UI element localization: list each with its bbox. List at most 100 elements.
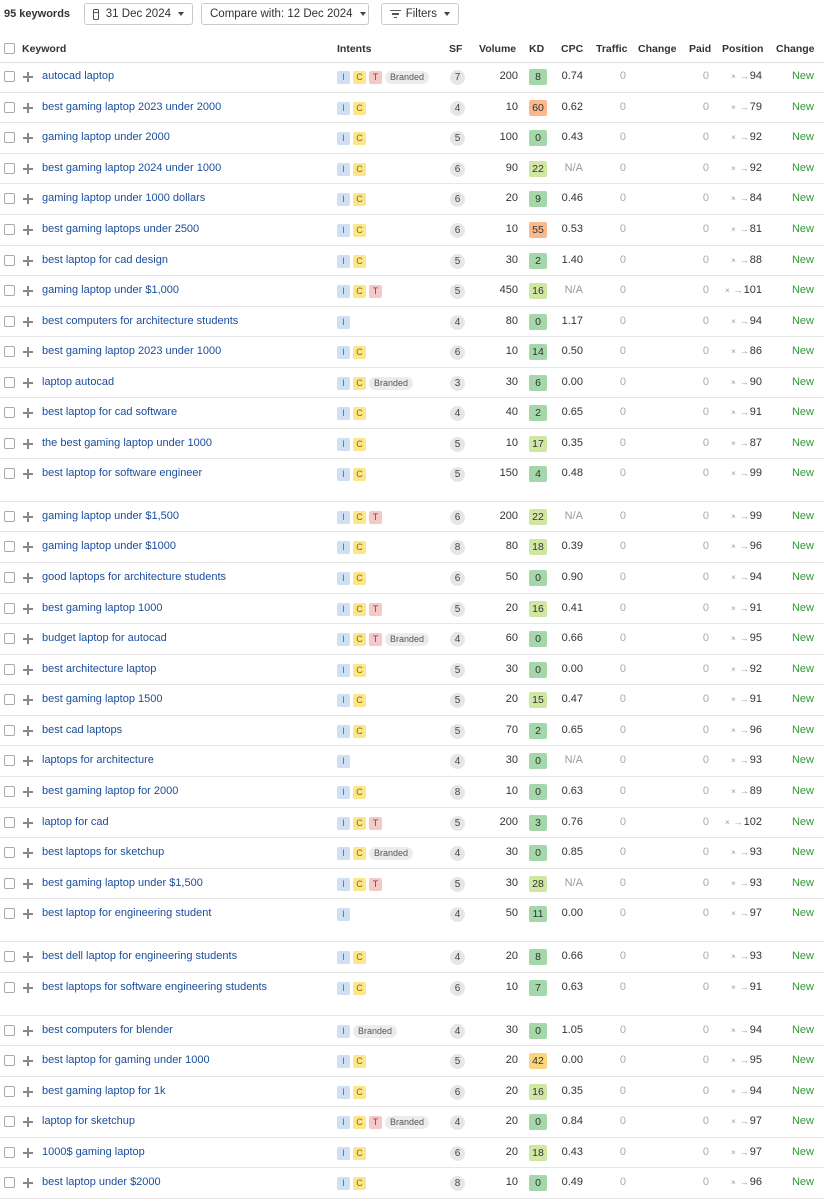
row-checkbox[interactable] (4, 1086, 15, 1097)
table-row[interactable]: best dell laptop for engineering student… (0, 942, 824, 973)
column-intents[interactable]: Intents (337, 43, 371, 55)
table-row[interactable]: best gaming laptop for 1k I C 6 20 16 0.35 0 0 × →… (0, 1077, 824, 1107)
serp-features-count[interactable]: 4 (450, 1115, 465, 1130)
serp-features-count[interactable]: 8 (450, 540, 465, 555)
add-keyword-icon[interactable] (23, 695, 33, 705)
column-sf[interactable]: SF (449, 43, 462, 55)
add-keyword-icon[interactable] (23, 983, 33, 993)
add-keyword-icon[interactable] (23, 665, 33, 675)
table-row[interactable]: best laptops for software engineering st… (0, 973, 824, 1016)
table-row[interactable]: laptop autocad I C Branded 3 30 6 0.00 0 0 × →90 New (0, 368, 824, 398)
keyword-link[interactable]: best computers for blender (42, 1024, 173, 1036)
serp-features-count[interactable]: 5 (450, 663, 465, 678)
row-checkbox[interactable] (4, 71, 15, 82)
add-keyword-icon[interactable] (23, 439, 33, 449)
table-row[interactable]: best gaming laptop 2023 under 1000 I C 6 10 1… (0, 337, 824, 368)
table-row[interactable]: best gaming laptop for 2000 I C 8 10 0 0.63 0 0 ×… (0, 777, 824, 808)
serp-features-count[interactable]: 6 (450, 192, 465, 207)
add-keyword-icon[interactable] (23, 1087, 33, 1097)
serp-features-count[interactable]: 6 (450, 162, 465, 177)
row-checkbox[interactable] (4, 633, 15, 644)
table-row[interactable]: best gaming laptop 1500 I C 5 20 15 0.47 0 0 × →91… (0, 685, 824, 716)
row-checkbox[interactable] (4, 438, 15, 449)
serp-features-count[interactable]: 5 (450, 724, 465, 739)
keyword-link[interactable]: best laptop for engineering student (42, 907, 211, 919)
table-row[interactable]: best laptops for sketchup I C Branded 4 30 0 0.… (0, 838, 824, 869)
serp-features-count[interactable]: 5 (450, 284, 465, 299)
serp-features-count[interactable]: 5 (450, 602, 465, 617)
row-checkbox[interactable] (4, 725, 15, 736)
table-row[interactable]: best laptop for engineering student I 4 50 1… (0, 899, 824, 942)
row-checkbox[interactable] (4, 603, 15, 614)
add-keyword-icon[interactable] (23, 787, 33, 797)
keyword-link[interactable]: gaming laptop under $1,500 (42, 510, 179, 522)
filters-button[interactable]: Filters (381, 3, 459, 25)
add-keyword-icon[interactable] (23, 256, 33, 266)
row-checkbox[interactable] (4, 407, 15, 418)
serp-features-count[interactable]: 6 (450, 345, 465, 360)
serp-features-count[interactable]: 6 (450, 571, 465, 586)
table-row[interactable]: best laptop for gaming under 1000 I C 5 20 42… (0, 1046, 824, 1077)
date-picker-button[interactable]: 31 Dec 2024 (84, 3, 193, 25)
compare-date-button[interactable]: Compare with: 12 Dec 2024 (201, 3, 369, 25)
table-row[interactable]: laptop for cad I C T 5 200 3 0.76 0 0 × →102 New (0, 808, 824, 838)
table-row[interactable]: best laptop for cad design I C 5 30 2 1.40 0 0 × →… (0, 246, 824, 276)
row-checkbox[interactable] (4, 664, 15, 675)
column-position[interactable]: Position (722, 43, 763, 55)
column-traffic-change[interactable]: Change (638, 43, 677, 55)
serp-features-count[interactable]: 5 (450, 467, 465, 482)
table-row[interactable]: best computers for architecture students… (0, 307, 824, 337)
row-checkbox[interactable] (4, 377, 15, 388)
serp-features-count[interactable]: 4 (450, 632, 465, 647)
serp-features-count[interactable]: 4 (450, 950, 465, 965)
add-keyword-icon[interactable] (23, 133, 33, 143)
row-checkbox[interactable] (4, 755, 15, 766)
column-volume[interactable]: Volume (479, 43, 516, 55)
serp-features-count[interactable]: 4 (450, 754, 465, 769)
table-row[interactable]: best cad laptops I C 5 70 2 0.65 0 0 × →96 New (0, 716, 824, 746)
keyword-link[interactable]: best gaming laptop 2023 under 1000 (42, 345, 221, 357)
table-row[interactable]: autocad laptop I C T Branded 7 200 8 0.74 0 0 × →94 N… (0, 62, 824, 93)
row-checkbox[interactable] (4, 541, 15, 552)
serp-features-count[interactable]: 5 (450, 131, 465, 146)
table-row[interactable]: good laptops for architecture students I C… (0, 563, 824, 594)
serp-features-count[interactable]: 6 (450, 1085, 465, 1100)
row-checkbox[interactable] (4, 224, 15, 235)
add-keyword-icon[interactable] (23, 542, 33, 552)
table-row[interactable]: gaming laptop under $1000 I C 8 80 18 0.39 0 0 × →… (0, 532, 824, 563)
serp-features-count[interactable]: 4 (450, 846, 465, 861)
table-row[interactable]: laptop for sketchup I C T Branded 4 20 0 0.84 0 0 ×… (0, 1107, 824, 1138)
add-keyword-icon[interactable] (23, 469, 33, 479)
row-checkbox[interactable] (4, 468, 15, 479)
keyword-link[interactable]: best laptop for software engineer (42, 467, 202, 479)
add-keyword-icon[interactable] (23, 909, 33, 919)
add-keyword-icon[interactable] (23, 225, 33, 235)
keyword-link[interactable]: gaming laptop under $1000 (42, 540, 176, 552)
serp-features-count[interactable]: 6 (450, 1146, 465, 1161)
add-keyword-icon[interactable] (23, 164, 33, 174)
keyword-link[interactable]: best dell laptop for engineering student… (42, 950, 237, 962)
add-keyword-icon[interactable] (23, 1178, 33, 1188)
column-traffic[interactable]: Traffic (596, 43, 628, 55)
row-checkbox[interactable] (4, 285, 15, 296)
add-keyword-icon[interactable] (23, 818, 33, 828)
row-checkbox[interactable] (4, 255, 15, 266)
serp-features-count[interactable]: 8 (450, 1176, 465, 1191)
row-checkbox[interactable] (4, 572, 15, 583)
add-keyword-icon[interactable] (23, 512, 33, 522)
row-checkbox[interactable] (4, 102, 15, 113)
row-checkbox[interactable] (4, 1055, 15, 1066)
add-keyword-icon[interactable] (23, 848, 33, 858)
serp-features-count[interactable]: 5 (450, 437, 465, 452)
row-checkbox[interactable] (4, 694, 15, 705)
serp-features-count[interactable]: 5 (450, 877, 465, 892)
add-keyword-icon[interactable] (23, 604, 33, 614)
keyword-link[interactable]: autocad laptop (42, 70, 114, 82)
keyword-link[interactable]: laptops for architecture (42, 754, 154, 766)
add-keyword-icon[interactable] (23, 347, 33, 357)
keyword-link[interactable]: laptop for cad (42, 816, 109, 828)
keyword-link[interactable]: best gaming laptop for 2000 (42, 785, 178, 797)
keyword-link[interactable]: best laptop for cad software (42, 406, 177, 418)
keyword-link[interactable]: best architecture laptop (42, 663, 156, 675)
keyword-link[interactable]: best laptop under $2000 (42, 1176, 161, 1188)
